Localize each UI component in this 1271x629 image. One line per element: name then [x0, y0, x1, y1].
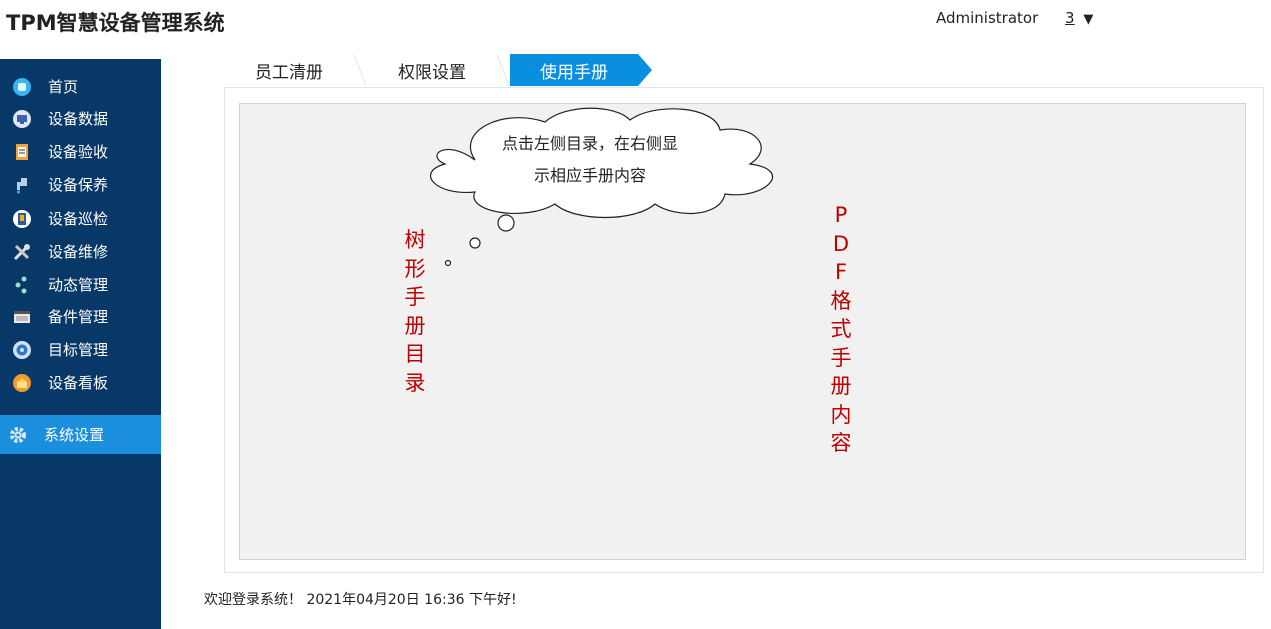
home-icon	[12, 77, 32, 97]
gear-icon	[8, 425, 28, 445]
sidebar-item-label: 目标管理	[48, 341, 109, 359]
user-area: Administrator 3 ▼	[936, 9, 1093, 27]
sidebar-item-label: 设备验收	[48, 143, 109, 161]
tab-label: 员工清册	[255, 62, 323, 83]
status-footer: 欢迎登录系统！ 2021年04月20日 16:36 下午好!	[204, 592, 517, 608]
sidebar-item-device-data[interactable]: 设备数据	[0, 102, 161, 135]
sidebar-item-inspection[interactable]: 设备巡检	[0, 202, 161, 235]
target-icon	[12, 340, 32, 360]
callout-text: 点击左侧目录，在右侧显 示相应手册内容	[470, 128, 710, 192]
sidebar-item-label: 设备维修	[48, 243, 109, 261]
tree-panel-annotation: 树形手册目录	[404, 228, 426, 395]
sidebar-item-targets[interactable]: 目标管理	[0, 333, 161, 366]
pdf-panel-annotation: PDF格式手册内容	[830, 203, 852, 455]
tab-divider-icon	[354, 54, 366, 86]
sidebar-item-label: 首页	[48, 78, 79, 96]
sidebar-item-repair[interactable]: 设备维修	[0, 235, 161, 268]
tab-permission-settings[interactable]: 权限设置	[367, 54, 509, 86]
tab-label: 使用手册	[540, 62, 608, 83]
callout-line-1: 点击左侧目录，在右侧显	[501, 134, 678, 153]
app-title: TPM智慧设备管理系统	[6, 11, 225, 35]
tab-divider-icon	[497, 54, 509, 86]
sidebar-item-label: 设备保养	[48, 176, 109, 194]
sidebar-item-dashboard[interactable]: 设备看板	[0, 366, 161, 399]
share-icon	[12, 275, 32, 295]
sidebar-item-label: 动态管理	[48, 276, 109, 294]
sidebar-item-label: 设备看板	[48, 374, 109, 392]
sidebar: 首页 设备数据 设备验收 设备保养 设备巡检 设备维修 动态管理 备件管理 目标…	[0, 59, 161, 629]
sidebar-item-label: 备件管理	[48, 308, 109, 326]
sidebar-item-spare-parts[interactable]: 备件管理	[0, 300, 161, 333]
sidebar-item-label: 设备巡检	[48, 210, 109, 228]
faucet-icon	[12, 175, 32, 195]
sidebar-item-dynamic[interactable]: 动态管理	[0, 268, 161, 301]
sidebar-item-acceptance[interactable]: 设备验收	[0, 135, 161, 168]
sidebar-item-label: 系统设置	[44, 426, 105, 444]
clipboard-icon	[12, 142, 32, 162]
sidebar-item-label: 设备数据	[48, 110, 109, 128]
tools-icon	[12, 242, 32, 262]
sidebar-item-home[interactable]: 首页	[0, 70, 161, 103]
sidebar-item-system-settings[interactable]: 系统设置	[0, 415, 161, 454]
tab-employee-roster[interactable]: 员工清册	[224, 54, 366, 86]
callout-line-2: 示相应手册内容	[533, 166, 646, 185]
notification-count[interactable]: 3	[1065, 9, 1075, 27]
monitor-icon	[12, 109, 32, 129]
tab-arrow-icon	[638, 54, 652, 86]
film-icon	[12, 307, 32, 327]
dashboard-icon	[12, 373, 32, 393]
tab-bar: 员工清册 权限设置 使用手册	[224, 54, 684, 87]
sidebar-item-maintenance[interactable]: 设备保养	[0, 168, 161, 201]
tab-user-manual[interactable]: 使用手册	[510, 54, 652, 86]
username-link[interactable]: Administrator	[936, 9, 1038, 27]
dropdown-caret-icon[interactable]: ▼	[1083, 12, 1093, 27]
checklist-icon	[12, 209, 32, 229]
tab-label: 权限设置	[398, 62, 466, 83]
